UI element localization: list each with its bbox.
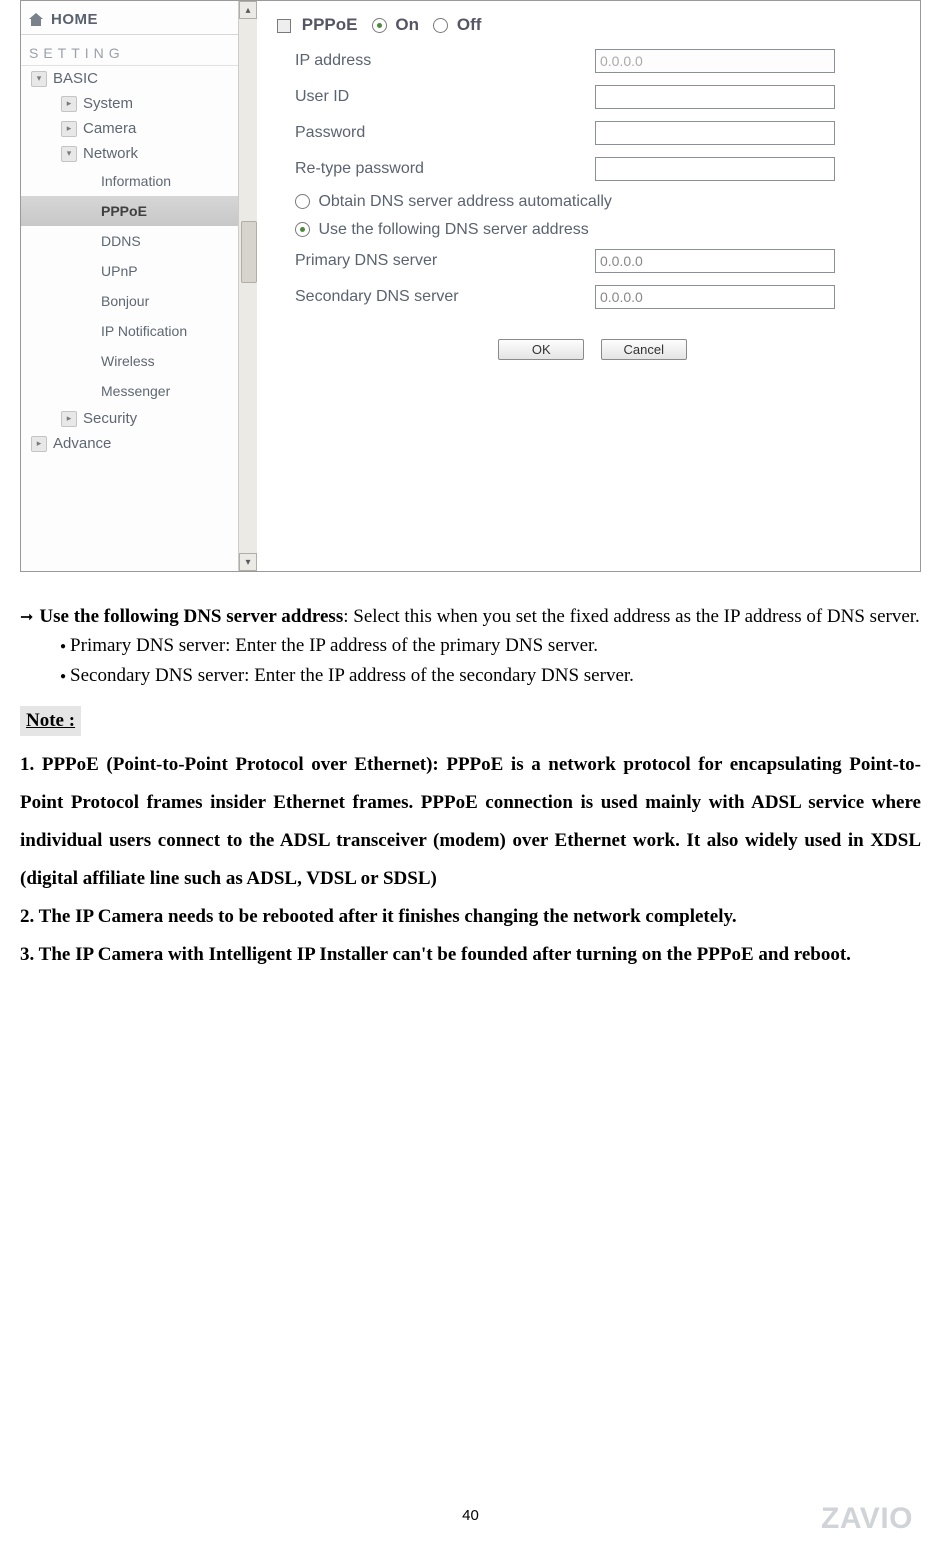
chevron-down-icon: ▾: [31, 71, 47, 87]
tree-label: System: [83, 95, 133, 112]
chevron-right-icon: ▸: [61, 96, 77, 112]
sidebar-scrollbar[interactable]: ▴ ▾: [238, 1, 257, 571]
chevron-right-icon: ▸: [31, 436, 47, 452]
tree-system[interactable]: ▸ System: [21, 91, 239, 116]
tree-information[interactable]: Information: [21, 166, 239, 196]
radio-on[interactable]: [372, 18, 387, 33]
para-bold: Use the following DNS server address: [39, 606, 343, 627]
tree-upnp[interactable]: UPnP: [21, 256, 239, 286]
watermark-logo: ZAVIO: [821, 1502, 913, 1536]
form-title: PPPoE: [302, 15, 358, 34]
chevron-right-icon: ▸: [61, 411, 77, 427]
pppoe-checkbox[interactable]: [277, 19, 291, 33]
radio-off[interactable]: [433, 18, 448, 33]
note-3: 3. The IP Camera with Intelligent IP Ins…: [20, 936, 921, 974]
tree-bonjour[interactable]: Bonjour: [21, 286, 239, 316]
primary-dns-label: Primary DNS server: [277, 252, 595, 270]
tree-security[interactable]: ▸ Security: [21, 406, 239, 431]
ok-button[interactable]: OK: [498, 339, 584, 360]
off-label: Off: [457, 15, 482, 34]
password-label: Password: [277, 124, 595, 142]
tree-pppoe[interactable]: PPPoE: [21, 196, 239, 226]
dns-auto-row[interactable]: Obtain DNS server address automatically: [277, 193, 908, 211]
home-link[interactable]: HOME: [21, 1, 239, 35]
tree-ipnotification[interactable]: IP Notification: [21, 316, 239, 346]
secondary-dns-label: Secondary DNS server: [277, 288, 595, 306]
setting-header: SETTING: [21, 35, 239, 66]
radio-dns-manual[interactable]: [295, 222, 310, 237]
note-2: 2. The IP Camera needs to be rebooted af…: [20, 898, 921, 936]
scroll-up-icon[interactable]: ▴: [239, 1, 257, 19]
retype-input[interactable]: [595, 157, 835, 181]
scroll-thumb[interactable]: [241, 221, 257, 283]
form-title-row: PPPoE On Off: [277, 15, 908, 35]
dns-manual-label: Use the following DNS server address: [318, 221, 588, 238]
scroll-down-icon[interactable]: ▾: [239, 553, 257, 571]
password-input[interactable]: [595, 121, 835, 145]
button-row: OK Cancel: [277, 339, 908, 360]
config-ui-screenshot: HOME SETTING ▾ BASIC ▸ System ▸ Camera ▾…: [20, 0, 921, 572]
userid-input[interactable]: [595, 85, 835, 109]
home-label: HOME: [51, 11, 98, 28]
tree-label: BASIC: [53, 70, 98, 87]
sidebar: HOME SETTING ▾ BASIC ▸ System ▸ Camera ▾…: [21, 1, 240, 571]
bullet-secondary: Secondary DNS server: Enter the IP addre…: [60, 661, 921, 690]
ip-label: IP address: [277, 52, 595, 70]
retype-label: Re-type password: [277, 160, 595, 178]
ip-input[interactable]: [595, 49, 835, 73]
bullet-primary: Primary DNS server: Enter the IP address…: [60, 631, 921, 660]
para-dns-manual: Use the following DNS server address: Se…: [20, 602, 921, 631]
dns-manual-row[interactable]: Use the following DNS server address: [277, 221, 908, 239]
tree-messenger[interactable]: Messenger: [21, 376, 239, 406]
note-1: 1. PPPoE (Point-to-Point Protocol over E…: [20, 746, 921, 898]
tree-wireless[interactable]: Wireless: [21, 346, 239, 376]
tree-network[interactable]: ▾ Network: [21, 141, 239, 166]
chevron-right-icon: ▸: [61, 121, 77, 137]
tree-basic[interactable]: ▾ BASIC: [21, 66, 239, 91]
tree-label: Network: [83, 145, 138, 162]
tree-label: Camera: [83, 120, 136, 137]
para-rest: : Select this when you set the fixed add…: [343, 606, 920, 627]
document-text: Use the following DNS server address: Se…: [20, 602, 921, 974]
primary-dns-input[interactable]: [595, 249, 835, 273]
tree-label: Security: [83, 410, 137, 427]
tree-ddns[interactable]: DDNS: [21, 226, 239, 256]
tree-advance[interactable]: ▸ Advance: [21, 431, 239, 456]
chevron-down-icon: ▾: [61, 146, 77, 162]
cancel-button[interactable]: Cancel: [601, 339, 687, 360]
dns-auto-label: Obtain DNS server address automatically: [318, 193, 611, 210]
pppoe-form: PPPoE On Off IP address User ID Password: [277, 15, 908, 360]
secondary-dns-input[interactable]: [595, 285, 835, 309]
on-label: On: [395, 15, 419, 34]
page-number: 40: [0, 1507, 941, 1524]
home-icon: [29, 13, 45, 27]
userid-label: User ID: [277, 88, 595, 106]
tree-camera[interactable]: ▸ Camera: [21, 116, 239, 141]
radio-dns-auto[interactable]: [295, 194, 310, 209]
tree-label: Advance: [53, 435, 111, 452]
note-header: Note :: [20, 706, 81, 735]
